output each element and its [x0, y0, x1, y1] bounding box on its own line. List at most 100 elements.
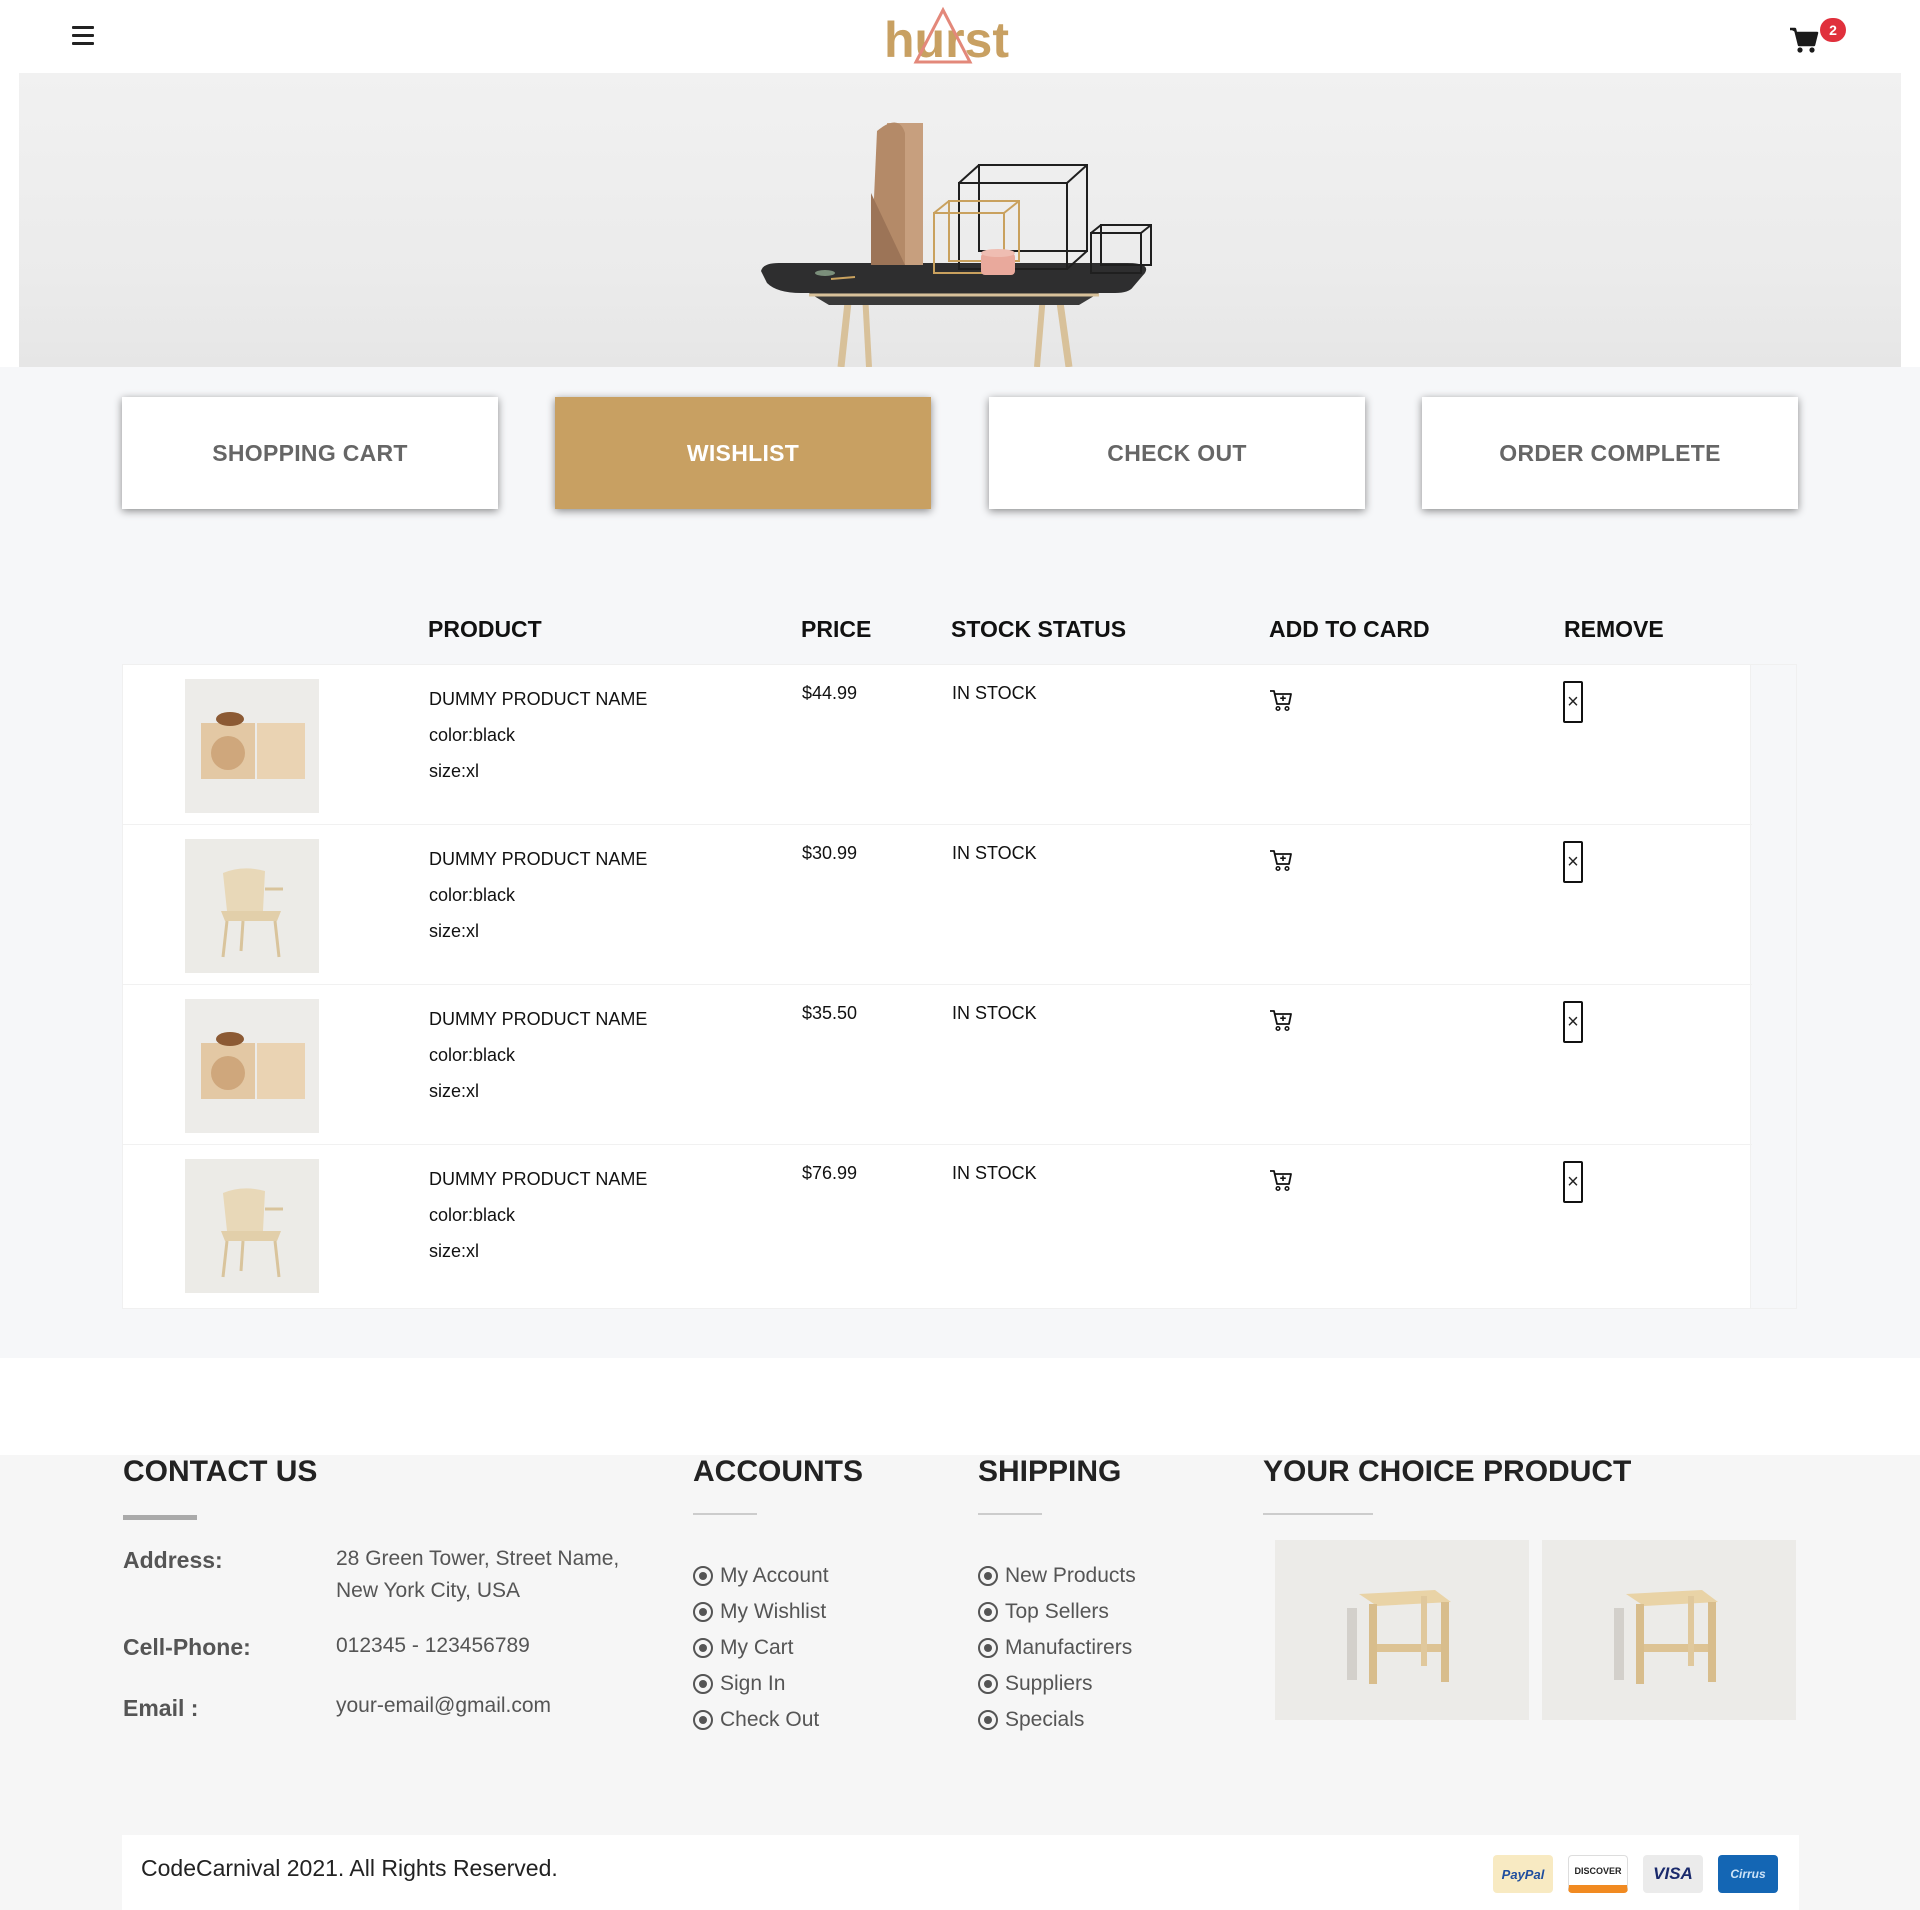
radio-bullet-icon [978, 1674, 998, 1694]
menu-icon[interactable] [72, 26, 94, 46]
product-name[interactable]: DUMMY PRODUCT NAME [429, 849, 647, 870]
radio-bullet-icon [693, 1674, 713, 1694]
table-row: DUMMY PRODUCT NAME color:black size:xl $… [123, 1145, 1752, 1305]
wishlist-table-header: PRODUCT PRICE STOCK STATUS ADD TO CARD R… [122, 616, 1799, 646]
email-value[interactable]: your-email@gmail.com [336, 1690, 551, 1722]
link-label: My Account [720, 1564, 829, 1587]
choice-product-thumbnail[interactable] [1275, 1540, 1529, 1720]
address-label: Address: [123, 1547, 223, 1573]
radio-bullet-icon [978, 1710, 998, 1730]
remove-item-button[interactable]: × [1563, 1001, 1583, 1043]
email-label: Email : [123, 1695, 199, 1721]
step-check-out[interactable]: CHECK OUT [989, 397, 1365, 509]
link-label: Check Out [720, 1708, 820, 1731]
wooden-box-image [185, 999, 319, 1133]
checkout-steps: SHOPPING CART WISHLIST CHECK OUT ORDER C… [122, 397, 1799, 509]
link-label: Suppliers [1005, 1672, 1093, 1695]
cell-phone-label: Cell-Phone: [123, 1634, 251, 1660]
footer-link-new-products[interactable]: New Products [978, 1558, 1136, 1594]
shipping-heading: SHIPPING [978, 1455, 1122, 1488]
header-cart-button[interactable]: 2 [1788, 18, 1848, 58]
add-to-cart-button[interactable] [1268, 687, 1294, 713]
product-color: color:black [429, 1205, 516, 1225]
radio-bullet-icon [693, 1566, 713, 1586]
remove-item-button[interactable]: × [1563, 681, 1583, 723]
hero-desk-image [761, 122, 1152, 367]
remove-item-button[interactable]: × [1563, 1161, 1583, 1203]
add-to-cart-button[interactable] [1268, 847, 1294, 873]
cirrus-icon: Cirrus [1718, 1855, 1778, 1893]
footer-link-specials[interactable]: Specials [978, 1702, 1136, 1738]
product-name[interactable]: DUMMY PRODUCT NAME [429, 1169, 647, 1190]
brand-logo[interactable]: hurst [880, 4, 1009, 68]
stock-status: IN STOCK [952, 843, 1037, 863]
footer-link-top-sellers[interactable]: Top Sellers [978, 1594, 1136, 1630]
column-header-remove: REMOVE [1564, 616, 1664, 642]
link-label: Top Sellers [1005, 1600, 1109, 1623]
footer-link-suppliers[interactable]: Suppliers [978, 1666, 1136, 1702]
link-label: New Products [1005, 1564, 1136, 1587]
product-thumbnail[interactable] [185, 679, 319, 813]
wooden-stool-image [1275, 1540, 1529, 1720]
accounts-links: My Account My Wishlist My Cart Sign In C… [693, 1558, 829, 1738]
step-order-complete[interactable]: ORDER COMPLETE [1422, 397, 1798, 509]
site-footer: CONTACT US Address: 28 Green Tower, Stre… [0, 1455, 1920, 1910]
product-color: color:black [429, 885, 516, 905]
wishlist-table: DUMMY PRODUCT NAME color:black size:xl $… [122, 664, 1797, 1309]
product-thumbnail[interactable] [185, 999, 319, 1133]
product-thumbnail[interactable] [185, 839, 319, 973]
cell-phone-value[interactable]: 012345 - 123456789 [336, 1630, 530, 1662]
paypal-icon: PayPal [1493, 1855, 1553, 1893]
product-price: $30.99 [802, 843, 858, 863]
radio-bullet-icon [978, 1566, 998, 1586]
product-size: size:xl [429, 1241, 480, 1261]
table-row: DUMMY PRODUCT NAME color:black size:xl $… [123, 985, 1752, 1145]
step-shopping-cart[interactable]: SHOPPING CART [122, 397, 498, 509]
footer-link-check-out[interactable]: Check Out [693, 1702, 829, 1738]
copyright-text: CodeCarnival 2021. All Rights Reserved. [141, 1855, 558, 1881]
product-name[interactable]: DUMMY PRODUCT NAME [429, 689, 647, 710]
column-header-add-to-card: ADD TO CARD [1269, 616, 1430, 642]
product-name[interactable]: DUMMY PRODUCT NAME [429, 1009, 647, 1030]
address-line-2: New York City, USA [336, 1579, 521, 1602]
footer-link-my-cart[interactable]: My Cart [693, 1630, 829, 1666]
step-wishlist[interactable]: WISHLIST [555, 397, 931, 509]
column-header-product: PRODUCT [428, 616, 542, 642]
footer-link-manufacturers[interactable]: Manufactirers [978, 1630, 1136, 1666]
table-row: DUMMY PRODUCT NAME color:black size:xl $… [123, 825, 1752, 985]
add-to-cart-button[interactable] [1268, 1167, 1294, 1193]
column-header-stock-status: STOCK STATUS [951, 616, 1127, 642]
link-label: My Cart [720, 1636, 794, 1659]
add-to-cart-button[interactable] [1268, 1007, 1294, 1033]
copyright-bar: CodeCarnival 2021. All Rights Reserved. … [122, 1835, 1799, 1910]
column-header-price: PRICE [801, 616, 872, 642]
radio-bullet-icon [693, 1638, 713, 1658]
contact-us-heading: CONTACT US [123, 1455, 318, 1488]
product-price: $35.50 [802, 1003, 858, 1023]
product-thumbnail[interactable] [185, 1159, 319, 1293]
wooden-box-image [185, 679, 319, 813]
add-to-cart-icon [1270, 850, 1292, 872]
wooden-stool-image [1542, 1540, 1796, 1720]
product-color: color:black [429, 725, 516, 745]
remove-item-button[interactable]: × [1563, 841, 1583, 883]
stock-status: IN STOCK [952, 1003, 1037, 1023]
your-choice-product-heading: YOUR CHOICE PRODUCT [1263, 1455, 1632, 1488]
add-to-cart-icon [1270, 1170, 1292, 1192]
footer-link-sign-in[interactable]: Sign In [693, 1666, 829, 1702]
footer-link-my-wishlist[interactable]: My Wishlist [693, 1594, 829, 1630]
shopping-cart-icon [1790, 27, 1819, 53]
link-label: My Wishlist [720, 1600, 827, 1623]
choice-product-thumbnail[interactable] [1542, 1540, 1796, 1720]
radio-bullet-icon [693, 1710, 713, 1730]
link-label: Manufactirers [1005, 1636, 1133, 1659]
footer-link-my-account[interactable]: My Account [693, 1558, 829, 1594]
product-size: size:xl [429, 1081, 480, 1101]
product-color: color:black [429, 1045, 516, 1065]
heading-underline [1263, 1513, 1373, 1515]
heading-underline [978, 1513, 1042, 1515]
link-label: Specials [1005, 1708, 1085, 1731]
product-size: size:xl [429, 761, 480, 781]
heading-underline [693, 1513, 757, 1515]
stock-status: IN STOCK [952, 683, 1037, 703]
